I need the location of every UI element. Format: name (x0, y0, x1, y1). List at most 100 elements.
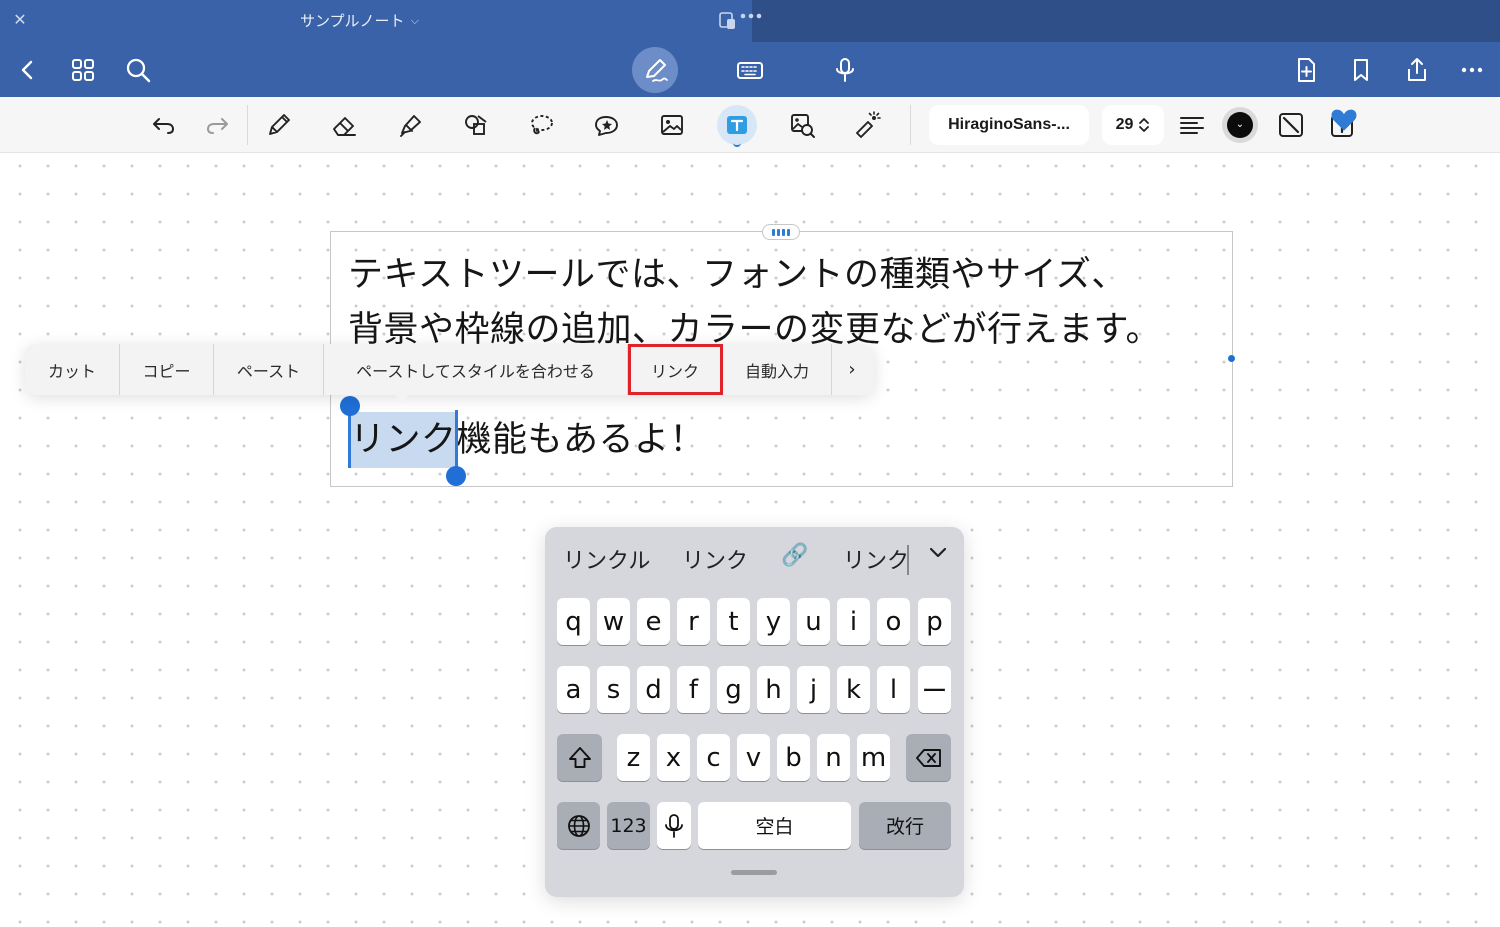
cut-menu-item[interactable]: カット (25, 344, 120, 395)
title-bar-secondary (752, 0, 1500, 42)
key-f[interactable]: f (677, 666, 710, 713)
key-i[interactable]: i (837, 598, 870, 645)
key-s[interactable]: s (597, 666, 630, 713)
candidate-bar: リンクル リンク 🔗 リンク (545, 527, 964, 589)
key-n[interactable]: n (817, 734, 850, 781)
key-o[interactable]: o (877, 598, 910, 645)
font-size-selector[interactable]: 29 (1102, 105, 1164, 145)
paste-menu-item[interactable]: ペースト (214, 344, 324, 395)
chevron-right-icon[interactable]: › (832, 344, 872, 395)
selected-text[interactable]: リンク (350, 420, 457, 460)
share-icon[interactable] (1397, 50, 1437, 90)
bookmark-icon[interactable] (1341, 50, 1381, 90)
candidate-2[interactable]: リンク (682, 543, 748, 575)
pencil-icon[interactable] (259, 105, 299, 145)
undo-icon[interactable] (143, 105, 183, 145)
numbers-key[interactable]: 123 (607, 802, 650, 849)
key-q[interactable]: q (557, 598, 590, 645)
key-a[interactable]: a (557, 666, 590, 713)
text-tool-icon[interactable] (717, 105, 757, 147)
border-style-icon[interactable] (1271, 105, 1311, 145)
shift-key[interactable] (557, 734, 602, 781)
key-y[interactable]: y (757, 598, 790, 645)
eraser-icon[interactable] (324, 105, 364, 145)
selection-end-handle[interactable] (446, 466, 466, 486)
dictation-key[interactable] (657, 802, 691, 849)
more-icon[interactable] (1452, 50, 1492, 90)
key-long-vowel[interactable]: ー (918, 666, 951, 713)
key-j[interactable]: j (797, 666, 830, 713)
key-m[interactable]: m (857, 734, 890, 781)
space-key[interactable]: 空白 (698, 802, 851, 849)
add-page-icon[interactable] (1286, 50, 1326, 90)
text-box-resize-handle[interactable] (1228, 355, 1235, 362)
candidate-4[interactable]: リンク (843, 543, 909, 575)
chevron-down-icon[interactable] (923, 541, 953, 571)
key-k[interactable]: k (837, 666, 870, 713)
delete-key[interactable] (906, 734, 951, 781)
document-title-label: サンプルノート (300, 12, 405, 30)
key-v[interactable]: v (737, 734, 770, 781)
shapes-icon[interactable] (456, 105, 496, 145)
sticker-icon[interactable] (586, 105, 626, 145)
link-emoji-candidate[interactable]: 🔗 (781, 543, 808, 568)
microphone-icon[interactable] (825, 50, 865, 90)
key-z[interactable]: z (617, 734, 650, 781)
toolbar-divider (247, 105, 248, 145)
image-icon[interactable] (652, 105, 692, 145)
document-title[interactable]: サンプルノート ⌵ (300, 10, 419, 32)
selection-start-caret (348, 410, 351, 468)
stepper-icon (1139, 118, 1150, 132)
key-h[interactable]: h (757, 666, 790, 713)
close-icon[interactable]: ✕ (10, 10, 30, 30)
image-search-icon[interactable] (782, 105, 822, 145)
autofill-menu-item[interactable]: 自動入力 (723, 344, 832, 395)
key-b[interactable]: b (777, 734, 810, 781)
multitasking-icon[interactable] (719, 10, 765, 32)
unselected-text[interactable]: 機能もあるよ！ (457, 420, 706, 460)
active-indicator (733, 143, 741, 147)
grid-icon[interactable] (63, 50, 103, 90)
key-x[interactable]: x (657, 734, 690, 781)
keyboard-icon[interactable] (730, 50, 770, 90)
back-icon[interactable] (8, 50, 48, 90)
key-p[interactable]: p (918, 598, 951, 645)
candidate-divider (907, 545, 909, 575)
toolbar-divider (910, 105, 911, 145)
text-line-3[interactable]: リンク機能もあるよ！ (350, 411, 705, 462)
text-style-icon[interactable] (1322, 105, 1362, 145)
font-family-selector[interactable]: HiraginoSans-... (929, 105, 1089, 145)
text-line-1[interactable]: テキストツールでは、フォントの種類やサイズ、 (348, 246, 1127, 297)
candidate-1[interactable]: リンクル (563, 543, 650, 575)
highlighter-icon[interactable] (390, 105, 430, 145)
font-size-value: 29 (1115, 116, 1134, 133)
text-box-drag-handle[interactable] (762, 224, 800, 240)
key-g[interactable]: g (717, 666, 750, 713)
key-c[interactable]: c (697, 734, 730, 781)
return-key[interactable]: 改行 (859, 802, 951, 849)
globe-key[interactable] (557, 802, 600, 849)
chevron-down-icon: ⌄ (1227, 112, 1253, 138)
key-r[interactable]: r (677, 598, 710, 645)
redo-icon[interactable] (198, 105, 238, 145)
key-u[interactable]: u (797, 598, 830, 645)
paste-and-match-style-menu-item[interactable]: ペーストしてスタイルを合わせる (324, 344, 628, 395)
copy-menu-item[interactable]: コピー (120, 344, 214, 395)
key-e[interactable]: e (637, 598, 670, 645)
key-w[interactable]: w (597, 598, 630, 645)
nav-bar (0, 42, 1500, 97)
key-l[interactable]: l (877, 666, 910, 713)
lasso-icon[interactable] (521, 105, 561, 145)
laser-pointer-icon[interactable] (847, 105, 887, 145)
key-t[interactable]: t (717, 598, 750, 645)
align-left-icon[interactable] (1172, 105, 1212, 145)
key-d[interactable]: d (637, 666, 670, 713)
pen-mode-icon[interactable] (632, 47, 678, 93)
keyboard-drag-handle[interactable] (731, 870, 777, 875)
text-color-button[interactable]: ⌄ (1222, 107, 1258, 143)
search-icon[interactable] (118, 50, 158, 90)
selection-start-handle[interactable] (340, 396, 360, 416)
backspace-icon (915, 748, 941, 767)
microphone-icon (665, 813, 683, 838)
globe-icon (567, 814, 590, 837)
